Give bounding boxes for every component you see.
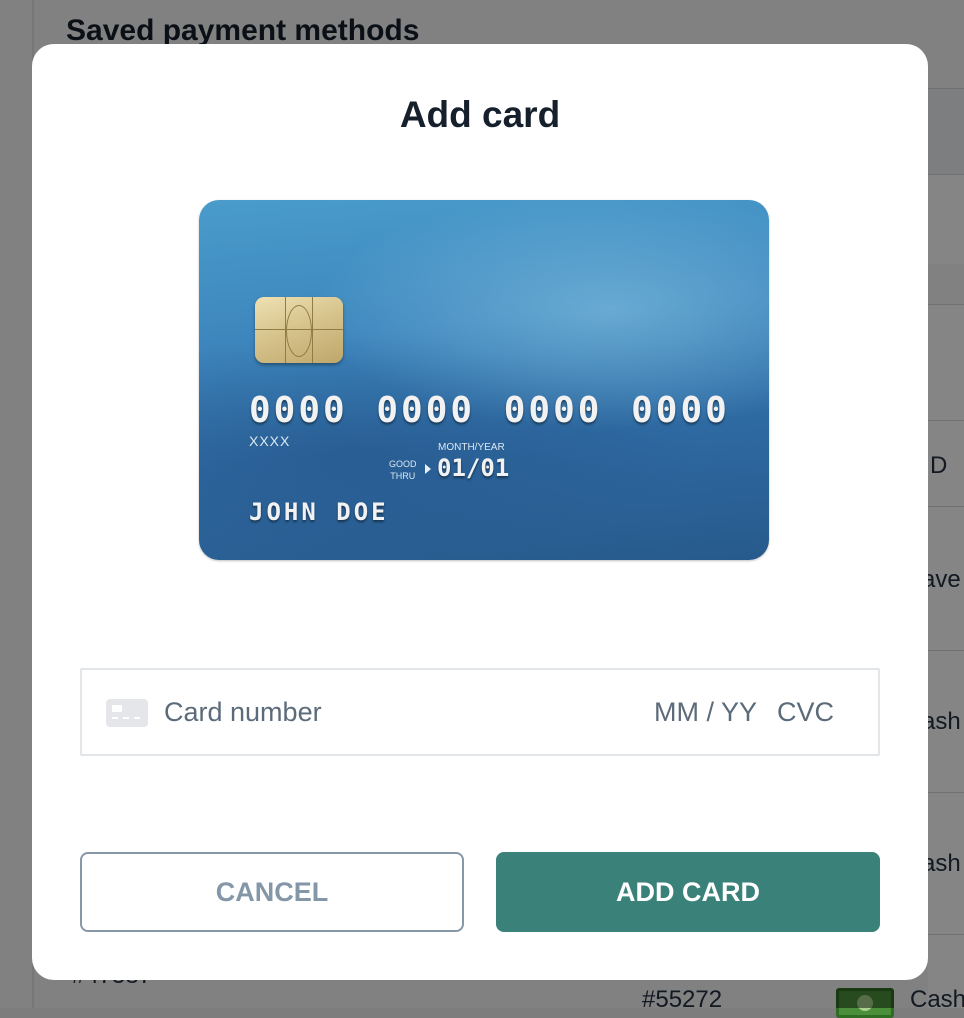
expiry-input[interactable]: MM / YY	[654, 697, 757, 728]
card-preview-cvc: XXXX	[249, 433, 291, 449]
chip-icon	[255, 297, 343, 363]
thru-label: THRU	[390, 471, 416, 481]
card-preview-expiry: 01/01	[437, 454, 510, 482]
credit-card-icon	[106, 699, 148, 727]
card-number-input[interactable]: Card number	[164, 697, 322, 728]
good-label: GOOD	[389, 459, 417, 469]
cancel-button[interactable]: CANCEL	[80, 852, 464, 932]
cvc-input[interactable]: CVC	[777, 697, 834, 728]
month-year-label: MONTH/YEAR	[438, 442, 505, 453]
add-card-button[interactable]: ADD CARD	[496, 852, 880, 932]
card-preview-holder: JOHN DOE	[249, 498, 389, 526]
card-preview: 0000 0000 0000 0000 XXXX GOOD THRU MONTH…	[199, 200, 769, 560]
modal-title: Add card	[399, 94, 561, 135]
card-input-field[interactable]: Card number MM / YY CVC	[80, 668, 880, 756]
card-preview-number: 0000 0000 0000 0000	[249, 390, 730, 431]
good-thru-label: GOOD THRU	[389, 458, 417, 482]
add-card-modal: Add card 0000 0000 0000 0000 XXXX GOOD T…	[32, 44, 928, 980]
arrow-right-icon	[425, 464, 431, 474]
